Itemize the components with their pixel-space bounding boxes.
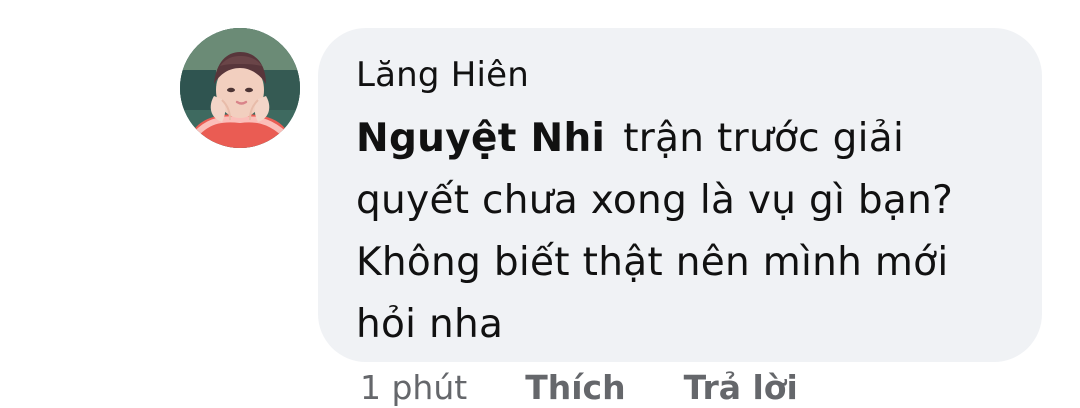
- comment-timestamp[interactable]: 1 phút: [360, 368, 467, 408]
- comment-bubble: Lăng Hiên Nguyệt Nhi trận trước giải quyế…: [318, 28, 1042, 362]
- avatar-illustration: [180, 28, 300, 148]
- reply-button[interactable]: Trả lời: [684, 368, 798, 408]
- comment-author-name[interactable]: Lăng Hiên: [356, 52, 1004, 98]
- user-avatar[interactable]: [180, 28, 300, 148]
- comment-mention[interactable]: Nguyệt Nhi: [356, 116, 605, 161]
- comment-body: Nguyệt Nhi trận trước giải quyết chưa xon…: [356, 108, 1004, 356]
- comment-actions: 1 phút Thích Trả lời: [360, 368, 798, 408]
- like-button[interactable]: Thích: [525, 368, 625, 408]
